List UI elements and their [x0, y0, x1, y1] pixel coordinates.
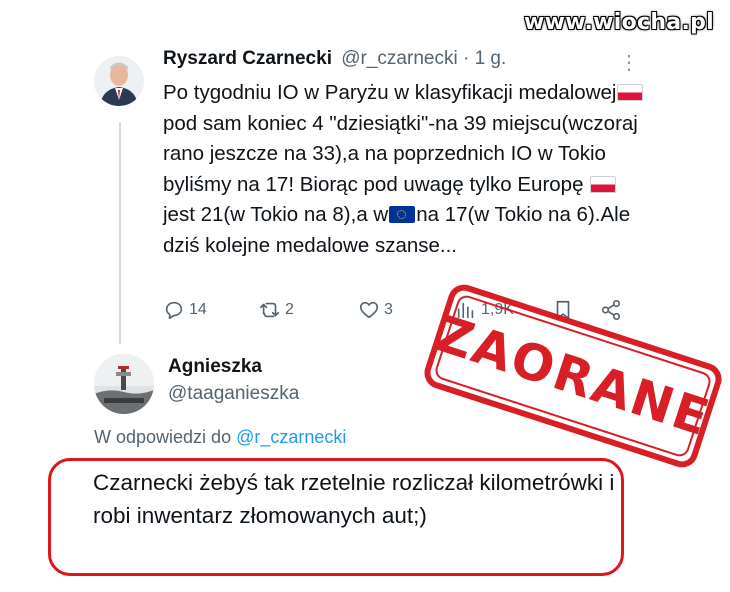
reply-button[interactable]: 14 — [163, 297, 207, 323]
heart-icon — [359, 301, 379, 319]
meta-separator: · — [457, 48, 475, 69]
reply-avatar-image — [94, 354, 154, 414]
share-icon — [601, 300, 621, 320]
thread-line — [119, 122, 121, 344]
repost-button[interactable]: 2 — [259, 297, 294, 323]
like-button[interactable]: 3 — [358, 297, 393, 323]
author-handle[interactable]: @r_czarnecki — [341, 48, 457, 69]
author-name[interactable]: Ryszard Czarnecki — [163, 48, 332, 69]
share-button[interactable] — [600, 297, 622, 323]
poland-flag-icon — [590, 175, 617, 193]
author-avatar[interactable] — [94, 56, 144, 106]
like-count: 3 — [384, 301, 393, 318]
more-options-icon[interactable]: ⋮ — [619, 50, 639, 75]
poland-flag-icon — [617, 84, 644, 101]
tweet-text-part-3: jest 21(w Tokio na 8),a w — [163, 203, 389, 226]
reply-author-avatar[interactable] — [94, 354, 154, 414]
tweet-time[interactable]: 1 g. — [475, 48, 507, 69]
reply-text: Czarnecki żebyś tak rzetelnie rozliczał … — [93, 470, 615, 528]
in-reply-prefix: W odpowiedzi do — [94, 427, 237, 447]
in-reply-to: W odpowiedzi do @r_czarnecki — [94, 427, 346, 448]
reply-icon — [165, 301, 183, 320]
tweet-text-part-1: Po tygodniu IO w Paryżu w klasyfikacji m… — [163, 81, 617, 104]
reply-author-handle[interactable]: @taaganieszka — [168, 383, 299, 405]
repost-icon — [260, 302, 280, 318]
tweet-header: Ryszard Czarnecki @r_czarnecki · 1 g. — [163, 48, 506, 70]
in-reply-handle-link[interactable]: @r_czarnecki — [236, 427, 346, 447]
reply-author-name[interactable]: Agnieszka — [168, 356, 262, 378]
site-watermark: www.wiocha.pl — [524, 10, 714, 35]
tweet-text: Po tygodniu IO w Paryżu w klasyfikacji m… — [163, 78, 648, 261]
tweet-text-part-2: pod sam koniec 4 "dziesiątki"-na 39 miej… — [163, 111, 638, 196]
repost-count: 2 — [285, 301, 294, 318]
author-avatar-image — [94, 56, 144, 106]
eu-flag-icon — [389, 206, 416, 223]
reply-count: 14 — [189, 301, 207, 318]
